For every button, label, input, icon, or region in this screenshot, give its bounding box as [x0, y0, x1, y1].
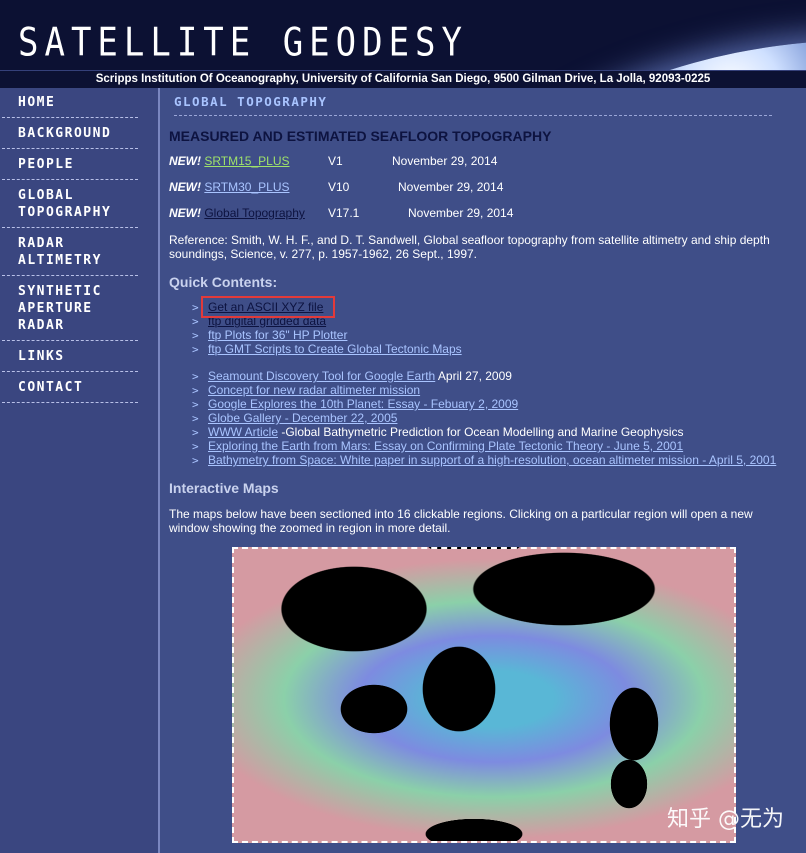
list-item: > Seamount Discovery Tool for Google Eart…: [192, 369, 776, 383]
section-header: GLOBAL TOPOGRAPHY: [174, 94, 772, 116]
new-badge: NEW!: [169, 206, 201, 220]
release-version: V10: [328, 180, 350, 194]
sidebar-item-home[interactable]: HOME: [2, 88, 138, 118]
arrow-icon: >: [192, 370, 199, 383]
release-link[interactable]: SRTM15_PLUS: [204, 154, 289, 168]
release-link[interactable]: SRTM30_PLUS: [204, 180, 289, 194]
release-row: NEW! SRTM15_PLUS V1 November 29, 2014: [169, 154, 497, 168]
content-link[interactable]: Exploring the Earth from Mars: Essay on …: [208, 439, 683, 453]
list-item: > Concept for new radar altimeter mission: [192, 383, 776, 397]
page-title: MEASURED AND ESTIMATED SEAFLOOR TOPOGRAP…: [169, 128, 552, 144]
content-link[interactable]: ftp GMT Scripts to Create Global Tectoni…: [208, 342, 462, 356]
arrow-icon: >: [192, 412, 199, 425]
arrow-icon: >: [192, 454, 199, 467]
arrow-icon: >: [192, 329, 199, 342]
new-badge: NEW!: [169, 154, 201, 168]
site-title: SATELLITE GEODESY: [18, 20, 468, 66]
list-item: > Bathymetry from Space: White paper in s…: [192, 453, 776, 467]
release-date: November 29, 2014: [408, 206, 514, 220]
sidebar-item-links[interactable]: LINKS: [2, 341, 138, 372]
content-link[interactable]: Concept for new radar altimeter mission: [208, 383, 420, 397]
arrow-icon: >: [192, 426, 199, 439]
institution-address: Scripps Institution Of Oceanography, Uni…: [0, 70, 806, 88]
list-item: > WWW Article -Global Bathymetric Predict…: [192, 425, 776, 439]
release-version: V17.1: [328, 206, 360, 220]
list-item: > Google Explores the 10th Planet: Essay …: [192, 397, 776, 411]
arrow-icon: >: [192, 343, 199, 356]
content-link[interactable]: Bathymetry from Space: White paper in su…: [208, 453, 776, 467]
sidebar-item-contact[interactable]: CONTACT: [2, 372, 138, 403]
content-link[interactable]: Google Explores the 10th Planet: Essay -…: [208, 397, 518, 411]
sidebar-item-people[interactable]: PEOPLE: [2, 149, 138, 180]
list-item: > Globe Gallery - December 22, 2005: [192, 411, 776, 425]
content-link[interactable]: Globe Gallery - December 22, 2005: [208, 411, 397, 425]
content-link[interactable]: WWW Article: [208, 425, 278, 439]
new-badge: NEW!: [169, 180, 201, 194]
interactive-maps-description: The maps below have been sectioned into …: [169, 507, 753, 535]
release-date: November 29, 2014: [398, 180, 504, 194]
content-link[interactable]: Seamount Discovery Tool for Google Earth: [208, 369, 435, 383]
release-row: NEW! SRTM30_PLUS V10 November 29, 2014: [169, 180, 503, 194]
site-header: SATELLITE GEODESY Scripps Institution Of…: [0, 0, 806, 88]
interactive-maps-heading: Interactive Maps: [169, 480, 279, 496]
clickable-world-map[interactable]: [232, 547, 736, 843]
arrow-icon: >: [192, 384, 199, 397]
list-item: > ftp Plots for 36" HP Plotter: [192, 328, 462, 342]
sidebar-item-synthetic-aperture-radar[interactable]: SYNTHETIC APERTURE RADAR: [2, 276, 138, 341]
watermark-text: 知乎 @无为: [667, 807, 784, 832]
more-links-list: > Seamount Discovery Tool for Google Eart…: [192, 369, 776, 467]
release-row: NEW! Global Topography V17.1 November 29, …: [169, 206, 513, 220]
list-item: > Exploring the Earth from Mars: Essay on…: [192, 439, 776, 453]
link-extra-text: -Global Bathymetric Prediction for Ocean…: [278, 425, 684, 439]
quick-contents-heading: Quick Contents:: [169, 274, 278, 290]
sidebar-item-radar-altimetry[interactable]: RADAR ALTIMETRY: [2, 228, 138, 276]
highlight-annotation-box: [201, 296, 335, 318]
arrow-icon: >: [192, 398, 199, 411]
content-link[interactable]: ftp Plots for 36" HP Plotter: [208, 328, 347, 342]
arrow-icon: >: [192, 440, 199, 453]
sidebar-item-background[interactable]: BACKGROUND: [2, 118, 138, 149]
release-date: November 29, 2014: [392, 154, 498, 168]
link-extra-text: April 27, 2009: [435, 369, 512, 383]
release-link[interactable]: Global Topography: [204, 206, 305, 220]
release-version: V1: [328, 154, 343, 168]
main-content: GLOBAL TOPOGRAPHY MEASURED AND ESTIMATED…: [162, 88, 802, 853]
sidebar-item-global-topography[interactable]: GLOBAL TOPOGRAPHY: [2, 180, 138, 228]
sidebar-nav: HOME BACKGROUND PEOPLE GLOBAL TOPOGRAPHY RAD…: [0, 88, 160, 853]
list-item: > ftp GMT Scripts to Create Global Tecton…: [192, 342, 462, 356]
reference-text: Reference: Smith, W. H. F., and D. T. Sa…: [169, 233, 770, 261]
